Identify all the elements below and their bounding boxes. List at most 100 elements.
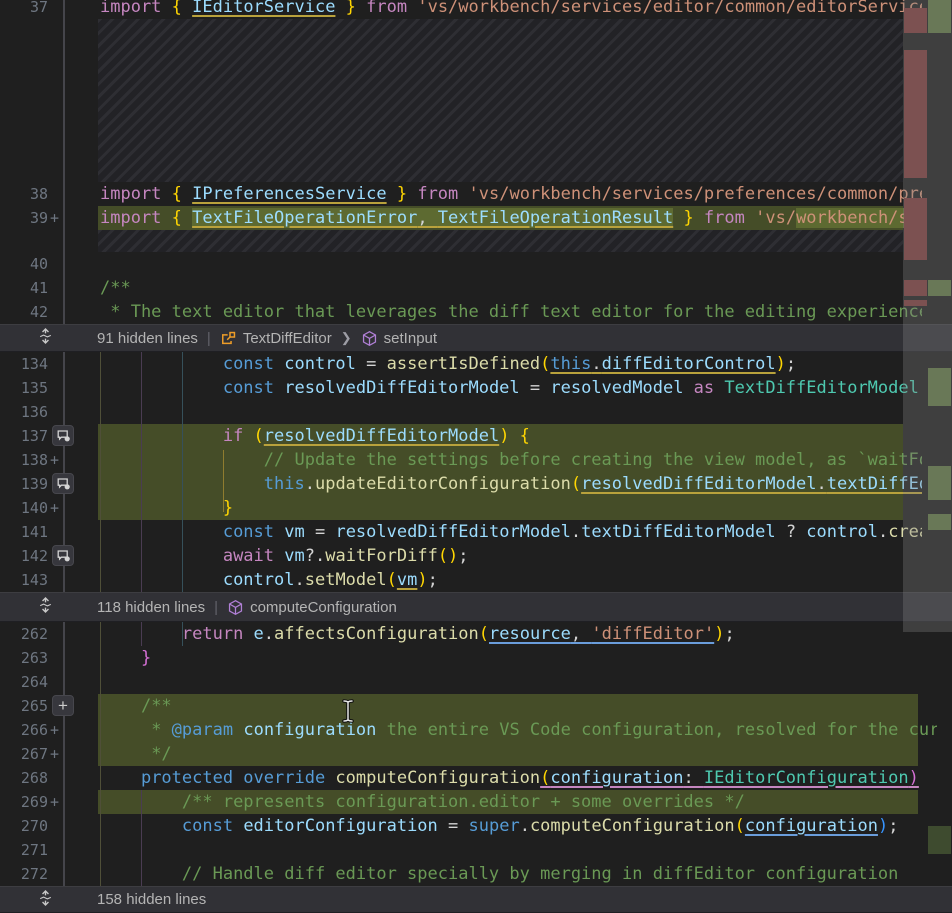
- method-symbol-icon: [361, 330, 378, 347]
- diff-added-marker: +: [50, 206, 59, 230]
- code-line-140[interactable]: 140+ }: [0, 496, 952, 520]
- line-number: 40: [0, 252, 48, 276]
- line-number: 263: [0, 646, 48, 670]
- line-number: 143: [0, 568, 48, 592]
- diff-editor: 37import { IEditorService } from 'vs/wor…: [0, 0, 952, 913]
- code-line-268[interactable]: 268 protected override computeConfigurat…: [0, 766, 952, 790]
- code-line-42[interactable]: 42 * The text editor that leverages the …: [0, 300, 952, 324]
- method-symbol-icon: [227, 599, 244, 616]
- code-line-264[interactable]: 264: [0, 670, 952, 694]
- code-text: const resolvedDiffEditorModel = resolved…: [98, 376, 922, 400]
- code-text: this.updateEditorConfiguration(resolvedD…: [98, 472, 922, 496]
- line-number: 141: [0, 520, 48, 544]
- unfold-icon[interactable]: [37, 889, 54, 910]
- code-text: [98, 400, 922, 424]
- code-line-272[interactable]: 272 // Handle diff editor specially by m…: [0, 862, 952, 886]
- scrollbar-slider[interactable]: [903, 0, 952, 632]
- deleted-lines-region[interactable]: [0, 230, 952, 252]
- line-number: 137: [0, 424, 48, 448]
- code-line-269[interactable]: 269+ /** represents configuration.editor…: [0, 790, 952, 814]
- line-number: 266: [0, 718, 48, 742]
- breadcrumb-item[interactable]: computeConfiguration: [227, 599, 397, 616]
- hidden-lines-bar[interactable]: 118 hidden lines|computeConfiguration: [0, 592, 952, 622]
- code-line-139[interactable]: 139- this.updateEditorConfiguration(reso…: [0, 472, 952, 496]
- breadcrumb-label: computeConfiguration: [250, 599, 397, 616]
- code-line-271[interactable]: 271: [0, 838, 952, 862]
- diff-added-marker: +: [50, 742, 59, 766]
- code-line-136[interactable]: 136: [0, 400, 952, 424]
- code-text: control.setModel(vm);: [98, 568, 922, 592]
- line-number: 142: [0, 544, 48, 568]
- hidden-lines-bar[interactable]: 158 hidden lines: [0, 886, 952, 913]
- deleted-hatch-pattern: [98, 230, 903, 252]
- unfold-icon[interactable]: [37, 597, 54, 618]
- code-line-263[interactable]: 263 }: [0, 646, 952, 670]
- indent-guide: [141, 790, 142, 886]
- code-line-270[interactable]: 270 const editorConfiguration = super.co…: [0, 814, 952, 838]
- mouse-ibeam-cursor: [340, 698, 356, 728]
- line-number: 270: [0, 814, 48, 838]
- code-text: /** represents configuration.editor + so…: [98, 790, 937, 814]
- deleted-lines-region[interactable]: [0, 19, 952, 182]
- code-text: const vm = resolvedDiffEditorModel.textD…: [98, 520, 922, 544]
- code-line-37[interactable]: 37import { IEditorService } from 'vs/wor…: [0, 0, 952, 19]
- comment-thread-button[interactable]: [52, 425, 74, 446]
- code-text: [98, 670, 937, 694]
- line-number: 134: [0, 352, 48, 376]
- code-text: import { TextFileOperationError, TextFil…: [98, 206, 922, 230]
- breadcrumb-label: setInput: [384, 330, 437, 347]
- code-text: return e.affectsConfiguration(resource, …: [98, 622, 937, 646]
- deleted-hatch-pattern: [98, 19, 903, 182]
- comment-thread-button[interactable]: [52, 545, 74, 566]
- line-number: 135: [0, 376, 48, 400]
- code-line-40[interactable]: 40: [0, 252, 952, 276]
- breadcrumb-separator: |: [207, 330, 211, 347]
- hidden-lines-bar-content: 91 hidden lines | TextDiffEditor ❯ setInput: [97, 325, 437, 351]
- diff-added-marker: +: [50, 718, 59, 742]
- code-line-135[interactable]: 135 const resolvedDiffEditorModel = reso…: [0, 376, 952, 400]
- code-line-141[interactable]: 141 const vm = resolvedDiffEditorModel.t…: [0, 520, 952, 544]
- code-line-142[interactable]: 142 await vm?.waitForDiff();: [0, 544, 952, 568]
- comment-thread-button[interactable]: [52, 473, 74, 494]
- code-line-262[interactable]: 262 return e.affectsConfiguration(resour…: [0, 622, 952, 646]
- indent-guide: [100, 352, 101, 592]
- hidden-lines-bar-content: 158 hidden lines: [97, 887, 206, 912]
- code-text: [98, 252, 922, 276]
- add-comment-button[interactable]: +: [52, 695, 74, 716]
- diff-added-marker: +: [50, 496, 59, 520]
- ruler-added-mark: [928, 826, 951, 854]
- unfold-icon[interactable]: [37, 328, 54, 349]
- line-number: 262: [0, 622, 48, 646]
- code-line-265[interactable]: 265-+ /**: [0, 694, 952, 718]
- code-line-134[interactable]: 134 const control = assertIsDefined(this…: [0, 352, 952, 376]
- code-text: const editorConfiguration = super.comput…: [98, 814, 937, 838]
- code-line-137[interactable]: 137- if (resolvedDiffEditorModel) {: [0, 424, 952, 448]
- code-text: const control = assertIsDefined(this.dif…: [98, 352, 922, 376]
- code-line-267[interactable]: 267+ */: [0, 742, 952, 766]
- hidden-lines-count: 158 hidden lines: [97, 891, 206, 908]
- overview-ruler[interactable]: [903, 0, 952, 913]
- code-line-143[interactable]: 143 control.setModel(vm);: [0, 568, 952, 592]
- hidden-lines-count: 91 hidden lines: [97, 330, 198, 347]
- chevron-right-icon: ❯: [341, 330, 352, 346]
- breadcrumb-item[interactable]: TextDiffEditor: [220, 330, 332, 347]
- code-line-41[interactable]: 41/**: [0, 276, 952, 300]
- line-number: 38: [0, 182, 48, 206]
- code-line-39[interactable]: 39+import { TextFileOperationError, Text…: [0, 206, 952, 230]
- code-text: // Update the settings before creating t…: [98, 448, 922, 472]
- breadcrumb-separator: |: [214, 599, 218, 616]
- code-text: if (resolvedDiffEditorModel) {: [98, 424, 922, 448]
- breadcrumb-item[interactable]: setInput: [361, 330, 437, 347]
- code-line-266[interactable]: 266+ * @param configuration the entire V…: [0, 718, 952, 742]
- active-bracket-guide: [223, 450, 224, 512]
- line-number: 37: [0, 0, 48, 19]
- indent-guide: [100, 622, 101, 886]
- hidden-lines-bar[interactable]: 91 hidden lines | TextDiffEditor ❯ setInput: [0, 324, 952, 352]
- code-text: protected override computeConfiguration(…: [98, 766, 937, 790]
- indent-guide: [182, 352, 183, 592]
- code-line-38[interactable]: 38 import { IPreferencesService } from 'v…: [0, 182, 952, 206]
- code-text: * @param configuration the entire VS Cod…: [98, 718, 937, 742]
- code-text: import { IPreferencesService } from 'vs/…: [98, 182, 922, 206]
- line-number: 42: [0, 300, 48, 324]
- code-line-138[interactable]: 138+ // Update the settings before creat…: [0, 448, 952, 472]
